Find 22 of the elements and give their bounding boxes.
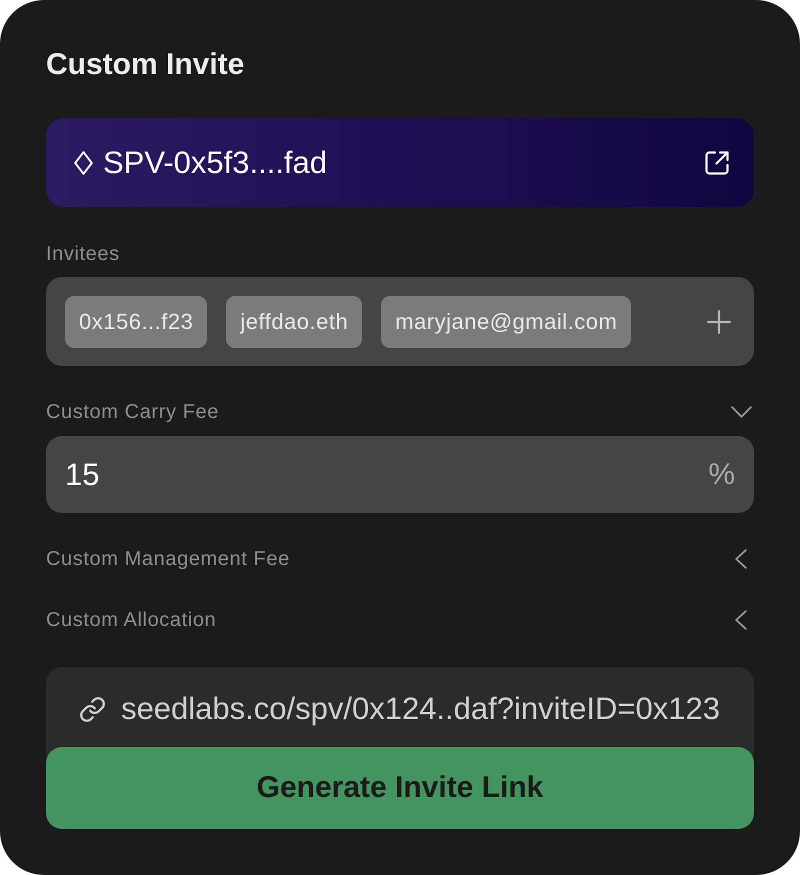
diamond-icon (74, 150, 93, 174)
chevron-down-icon (731, 406, 752, 418)
plus-icon[interactable] (707, 310, 731, 334)
section-toggle[interactable]: Custom Carry Fee (46, 397, 754, 427)
external-link-icon[interactable] (705, 150, 729, 174)
section-toggle[interactable]: Custom Allocation (46, 605, 754, 635)
invitee-chip[interactable]: maryjane@gmail.com (381, 296, 632, 348)
link-icon (80, 696, 106, 722)
invite-link-url[interactable]: seedlabs.co/spv/0x124..daf?inviteID=0x123 (121, 691, 720, 727)
spv-name: SPV-0x5f3....fad (103, 144, 328, 180)
invitees-label: Invitees (46, 242, 120, 266)
invitee-chip[interactable]: 0x156...f23 (65, 296, 208, 348)
chevron-left-icon (735, 549, 747, 569)
fee-input-field[interactable]: 15 % (46, 436, 754, 513)
unit-label: % (708, 458, 735, 492)
card-title: Custom Invite (46, 47, 244, 83)
chevron-left-icon (735, 610, 747, 630)
fee-value-input[interactable]: 15 (65, 456, 708, 492)
generate-link-button[interactable]: Generate Invite Link (46, 747, 754, 829)
invitees-field[interactable]: 0x156...f23 jeffdao.eth maryjane@gmail.com (46, 277, 754, 366)
invitee-chip[interactable]: jeffdao.eth (226, 296, 362, 348)
section-toggle[interactable]: Custom Management Fee (46, 544, 754, 574)
